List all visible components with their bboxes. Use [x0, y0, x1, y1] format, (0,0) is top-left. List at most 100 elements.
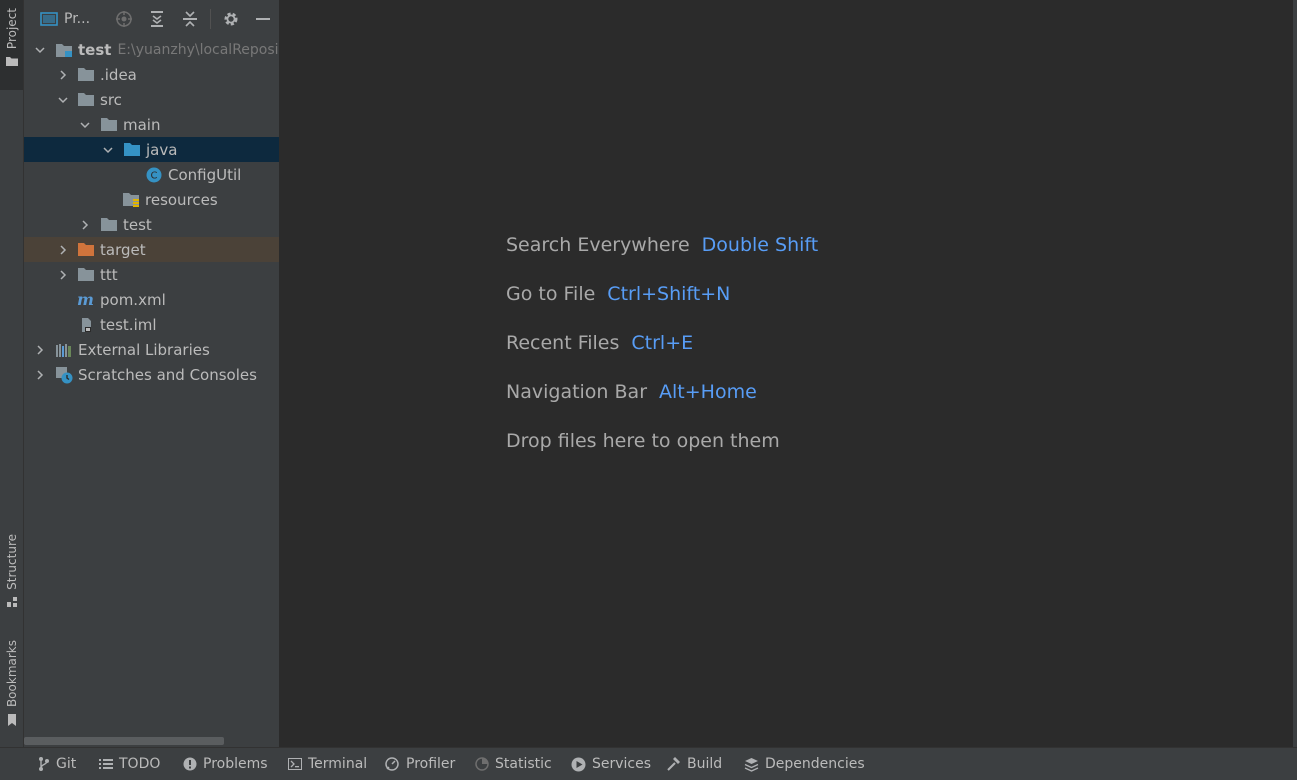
tree-item-java[interactable]: java: [24, 137, 279, 162]
chevron-down-icon[interactable]: [34, 44, 46, 56]
structure-tool-button[interactable]: Structure: [0, 534, 23, 620]
project-view-icon: [40, 12, 58, 26]
hint-shortcut: Ctrl+E: [631, 332, 694, 354]
tree-item-label: src: [100, 90, 122, 109]
hint-shortcut: Double Shift: [701, 234, 819, 256]
tree-item-label: test.iml: [100, 315, 157, 334]
bookmarks-tool-label: Bookmarks: [4, 640, 19, 708]
tree-item-pom-xml[interactable]: m pom.xml: [24, 287, 279, 312]
tree-item-test[interactable]: test: [24, 212, 279, 237]
project-tool-button[interactable]: Project: [0, 0, 23, 90]
left-tool-stripe: Project Structure Bookmarks: [0, 0, 24, 747]
svg-text:m: m: [77, 292, 94, 308]
tree-item-root-module[interactable]: test E:\yuanzhy\localReposi: [24, 37, 279, 62]
horizontal-scrollbar[interactable]: [24, 737, 224, 745]
module-path: E:\yuanzhy\localReposi: [117, 41, 279, 58]
tool-label: Problems: [203, 756, 268, 772]
hint-go-to-file: Go to File Ctrl+Shift+N: [506, 283, 818, 332]
hint-text: Search Everywhere: [506, 234, 690, 256]
chevron-down-icon[interactable]: [102, 144, 114, 156]
hint-drop-files: Drop files here to open them: [506, 430, 818, 479]
minimize-icon[interactable]: [254, 10, 272, 28]
chevron-right-icon[interactable]: [79, 219, 91, 231]
tree-item-resources[interactable]: resources: [24, 187, 279, 212]
editor-area[interactable]: Search Everywhere Double Shift Go to Fil…: [280, 0, 1293, 747]
tool-label: Build: [687, 756, 723, 772]
statistic-tool-button[interactable]: Statistic: [475, 748, 552, 780]
ide-window: Project Structure Bookmarks Pr... test E…: [0, 0, 1297, 780]
tree-item-label: test: [78, 40, 112, 59]
locate-icon[interactable]: [115, 10, 133, 28]
problems-tool-button[interactable]: Problems: [183, 748, 268, 780]
terminal-tool-button[interactable]: Terminal: [288, 748, 367, 780]
project-tree: test E:\yuanzhy\localReposi .idea src ma…: [24, 37, 279, 387]
tree-item-configutil[interactable]: C ConfigUtil: [24, 162, 279, 187]
scratches-icon: [55, 366, 73, 383]
services-tool-button[interactable]: Services: [571, 748, 651, 780]
hint-text: Navigation Bar: [506, 381, 648, 403]
maven-icon: m: [77, 292, 95, 308]
tree-item-scratches[interactable]: Scratches and Consoles: [24, 362, 279, 387]
collapse-all-icon[interactable]: [181, 10, 199, 28]
project-tool-label: Project: [4, 8, 19, 50]
hint-search-everywhere: Search Everywhere Double Shift: [506, 234, 818, 283]
svg-text:C: C: [151, 170, 158, 181]
statistic-icon: [475, 757, 489, 771]
tree-item-label: target: [100, 240, 146, 259]
structure-tool-label: Structure: [4, 534, 19, 590]
profiler-tool-button[interactable]: Profiler: [384, 748, 455, 780]
tree-item-label: .idea: [100, 65, 137, 84]
tree-item-label: ConfigUtil: [168, 165, 242, 184]
tree-item-target[interactable]: target: [24, 237, 279, 262]
iml-file-icon: [77, 317, 95, 333]
excluded-folder-icon: [77, 242, 95, 258]
chevron-right-icon[interactable]: [34, 369, 46, 381]
bottom-tool-bar: Git TODO Problems Terminal Profiler Stat…: [0, 747, 1297, 780]
hint-recent-files: Recent Files Ctrl+E: [506, 332, 818, 381]
tree-item-src[interactable]: src: [24, 87, 279, 112]
bookmark-icon: [7, 714, 16, 727]
folder-icon: [5, 57, 18, 67]
library-icon: [55, 342, 73, 358]
tree-item-label: resources: [145, 190, 218, 209]
git-branch-icon: [39, 757, 49, 771]
chevron-right-icon[interactable]: [57, 269, 69, 281]
tree-item-idea[interactable]: .idea: [24, 62, 279, 87]
chevron-right-icon[interactable]: [57, 69, 69, 81]
warning-icon: [183, 757, 197, 771]
hint-text: Drop files here to open them: [506, 430, 780, 452]
tool-label: TODO: [119, 756, 161, 772]
header-divider: [210, 9, 211, 29]
tree-item-label: Scratches and Consoles: [78, 365, 257, 384]
dependencies-tool-button[interactable]: Dependencies: [744, 748, 865, 780]
tree-item-ttt[interactable]: ttt: [24, 262, 279, 287]
terminal-icon: [288, 758, 302, 770]
chevron-down-icon[interactable]: [57, 94, 69, 106]
empty-editor-hints: Search Everywhere Double Shift Go to Fil…: [506, 234, 818, 479]
chevron-right-icon[interactable]: [57, 244, 69, 256]
git-tool-button[interactable]: Git: [38, 748, 76, 780]
tool-label: Statistic: [495, 756, 552, 772]
expand-all-icon[interactable]: [148, 10, 166, 28]
hint-text: Recent Files: [506, 332, 620, 354]
chevron-down-icon[interactable]: [79, 119, 91, 131]
build-tool-button[interactable]: Build: [666, 748, 722, 780]
right-tool-stripe: [1293, 0, 1297, 747]
todo-tool-button[interactable]: TODO: [99, 748, 160, 780]
gear-icon[interactable]: [222, 10, 240, 28]
bookmarks-tool-button[interactable]: Bookmarks: [0, 640, 23, 736]
list-icon: [99, 759, 113, 769]
hint-shortcut: Alt+Home: [659, 381, 757, 403]
tree-item-main[interactable]: main: [24, 112, 279, 137]
hammer-icon: [667, 756, 680, 771]
project-view-selector[interactable]: Pr...: [64, 11, 90, 27]
chevron-right-icon[interactable]: [34, 344, 46, 356]
tree-item-test-iml[interactable]: test.iml: [24, 312, 279, 337]
play-circle-icon: [571, 757, 586, 771]
tree-item-label: External Libraries: [78, 340, 210, 359]
layers-icon: [744, 757, 759, 772]
tree-item-label: java: [146, 140, 178, 159]
tool-label: Profiler: [406, 756, 456, 772]
tree-item-external-libraries[interactable]: External Libraries: [24, 337, 279, 362]
source-folder-icon: [123, 142, 141, 158]
